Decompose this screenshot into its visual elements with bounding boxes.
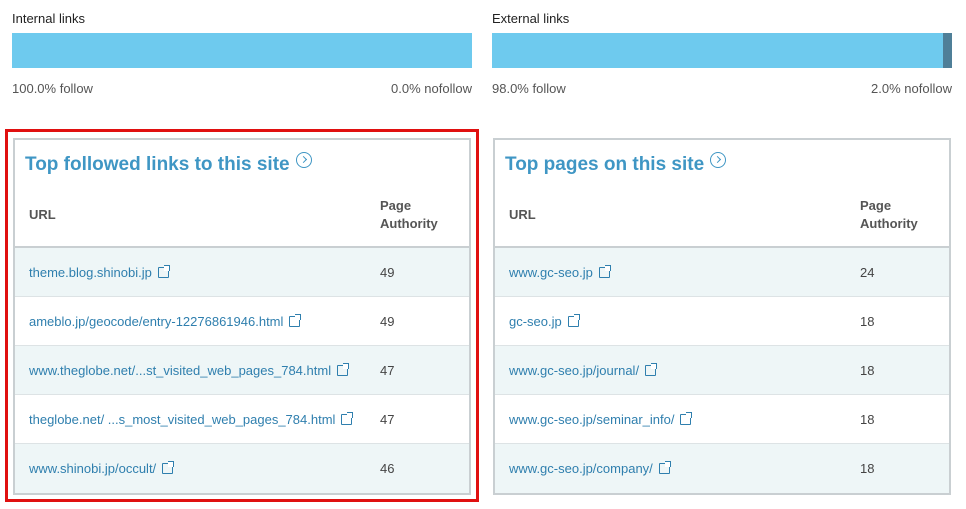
row-url: www.gc-seo.jp/journal/ bbox=[509, 363, 640, 378]
row-page-authority: 18 bbox=[860, 314, 875, 329]
internal-links-bar bbox=[12, 33, 472, 68]
internal-links-title: Internal links bbox=[12, 11, 85, 26]
row-page-authority: 24 bbox=[860, 265, 875, 280]
page-authority-column-header: Page Authority bbox=[860, 198, 918, 231]
external-link-icon[interactable] bbox=[645, 363, 658, 376]
chevron-right-circle-icon[interactable] bbox=[710, 152, 727, 168]
internal-follow-label: 100.0% follow bbox=[12, 81, 93, 96]
row-link[interactable]: www.gc-seo.jp/journal/ bbox=[509, 363, 658, 378]
row-url: gc-seo.jp bbox=[509, 314, 562, 329]
external-nofollow-fill bbox=[942, 33, 952, 68]
external-nofollow-label: 2.0% nofollow bbox=[871, 81, 952, 96]
top-pages-table: www.gc-seo.jp 24 gc-seo.jp 18 www.gc-seo… bbox=[495, 248, 949, 493]
top-pages-title: Top pages on this site bbox=[505, 152, 727, 176]
row-link[interactable]: www.gc-seo.jp/company/ bbox=[509, 461, 671, 476]
external-follow-fill bbox=[492, 33, 943, 68]
external-link-icon[interactable] bbox=[567, 314, 580, 327]
url-column-header: URL bbox=[509, 207, 536, 222]
row-page-authority: 18 bbox=[860, 412, 875, 427]
top-pages-title-text: Top pages on this site bbox=[505, 154, 705, 175]
row-page-authority: 18 bbox=[860, 363, 875, 378]
row-link[interactable]: gc-seo.jp bbox=[509, 314, 580, 329]
external-links-bar bbox=[492, 33, 952, 68]
row-link[interactable]: www.gc-seo.jp/seminar_info/ bbox=[509, 412, 693, 427]
row-url: www.gc-seo.jp bbox=[509, 265, 593, 280]
external-follow-label: 98.0% follow bbox=[492, 81, 566, 96]
external-link-icon[interactable] bbox=[598, 265, 611, 278]
table-row: www.gc-seo.jp/company/ 18 bbox=[495, 444, 949, 493]
row-link[interactable]: www.gc-seo.jp bbox=[509, 265, 611, 280]
top-pages-card: Top pages on this site URL Page Authorit… bbox=[493, 138, 951, 495]
table-row: www.gc-seo.jp 24 bbox=[495, 248, 949, 297]
external-link-icon[interactable] bbox=[680, 412, 693, 425]
table-row: gc-seo.jp 18 bbox=[495, 297, 949, 346]
table-row: www.gc-seo.jp/seminar_info/ 18 bbox=[495, 395, 949, 444]
row-url: www.gc-seo.jp/company/ bbox=[509, 461, 653, 476]
highlight-box bbox=[5, 129, 479, 502]
row-page-authority: 18 bbox=[860, 461, 875, 476]
table-row: www.gc-seo.jp/journal/ 18 bbox=[495, 346, 949, 395]
internal-follow-fill bbox=[12, 33, 472, 68]
internal-nofollow-label: 0.0% nofollow bbox=[391, 81, 472, 96]
external-link-icon[interactable] bbox=[658, 461, 671, 474]
external-links-title: External links bbox=[492, 11, 570, 26]
row-url: www.gc-seo.jp/seminar_info/ bbox=[509, 412, 675, 427]
